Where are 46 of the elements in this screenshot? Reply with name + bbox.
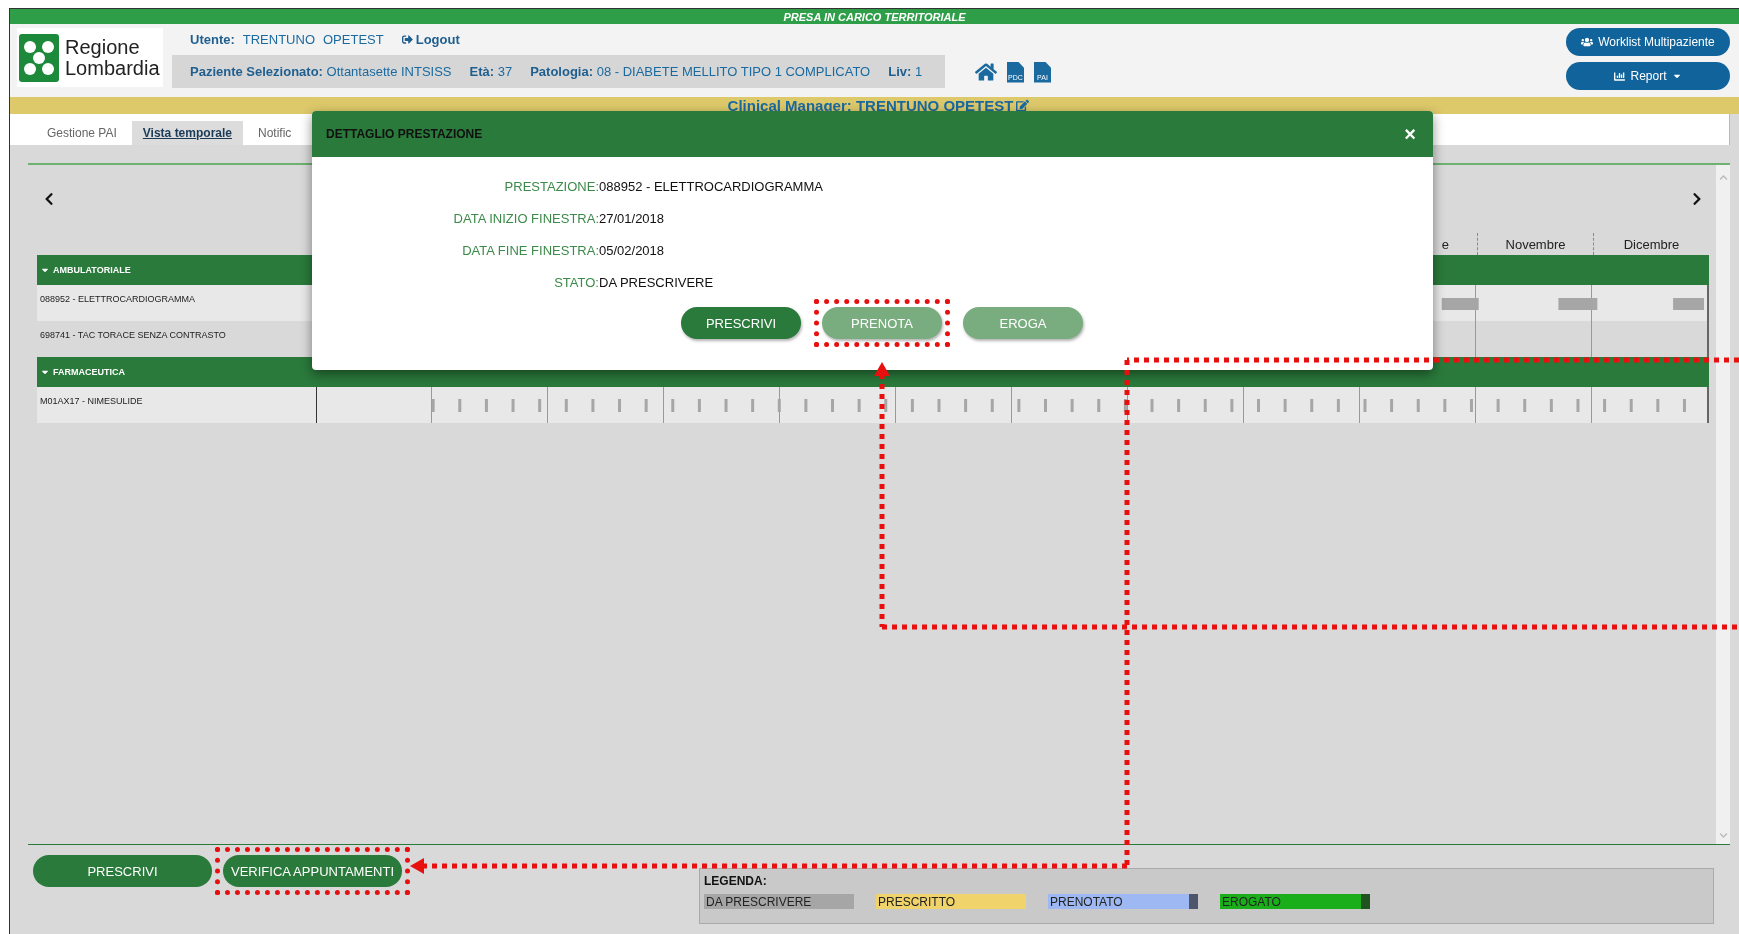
patient-field: Età: 37 xyxy=(469,64,513,79)
report-button[interactable]: Report xyxy=(1566,62,1730,90)
group-name: FARMACEUTICA xyxy=(53,367,125,377)
patient-field: Patologia: 08 - DIABETE MELLITO TIPO 1 COMPLICATO xyxy=(530,64,871,79)
row-label: 698741 - TAC TORACE SENZA CONTRASTO xyxy=(39,329,227,342)
patient-field: Paziente Selezionato: Ottantasette INTSISS xyxy=(190,64,452,79)
legend-swatch: DA PRESCRIVERE xyxy=(704,894,854,909)
logout-link[interactable]: Logout xyxy=(415,32,460,47)
banner-title: PRESA IN CARICO TERRITORIALE xyxy=(10,9,1739,24)
field-value: 088952 - ELETTROCARDIOGRAMMA xyxy=(599,178,823,194)
patient-field: Liv: 1 xyxy=(888,64,923,79)
dialog-title: DETTAGLIO PRESTAZIONE xyxy=(326,127,483,141)
field-value: 05/02/2018 xyxy=(599,242,665,258)
row-label: 088952 - ELETTROCARDIOGRAMMA xyxy=(39,293,197,306)
field-label: DATA FINE FINESTRA: xyxy=(461,242,599,258)
tab[interactable]: Vista temporale xyxy=(131,121,243,145)
logout-icon[interactable] xyxy=(401,34,413,45)
edit-icon[interactable] xyxy=(1016,99,1030,112)
close-button[interactable]: × xyxy=(1404,124,1416,144)
logo-text: Lombardia xyxy=(65,57,160,79)
worklist-button[interactable]: Worklist Multipaziente xyxy=(1566,28,1730,56)
row-label: M01AX17 - NIMESULIDE xyxy=(39,395,144,408)
bar-chart-icon xyxy=(1614,70,1626,82)
field-value: 27/01/2018 xyxy=(599,210,665,226)
logo-text: Regione xyxy=(65,36,141,58)
field-value: DA PRESCRIVERE xyxy=(599,274,714,290)
clinical-manager: Clinical Manager: TRENTUNO OPETEST xyxy=(727,97,1014,114)
field-label: DATA INIZIO FINESTRA: xyxy=(452,210,599,226)
field-label: PRESTAZIONE: xyxy=(503,178,599,194)
legend-title: LEGENDA: xyxy=(704,874,768,888)
users-icon xyxy=(1581,36,1594,48)
legend-swatch: PRENOTATO xyxy=(1048,894,1198,909)
home-icon[interactable] xyxy=(975,61,997,83)
user-last-name: OPETEST xyxy=(323,32,384,47)
action-button[interactable]: VERIFICA APPUNTAMENTI xyxy=(223,855,402,887)
dialog-button[interactable]: PRESCRIVI xyxy=(681,307,801,339)
tab[interactable]: Notific xyxy=(247,121,303,145)
user-first-name: TRENTUNO xyxy=(242,32,315,47)
legend-swatch: PRESCRITTO xyxy=(876,894,1026,909)
legend-swatch: EROGATO xyxy=(1220,894,1370,909)
group-name: AMBULATORIALE xyxy=(53,265,131,275)
tab[interactable]: Gestione PAI xyxy=(36,121,128,145)
month-header: e xyxy=(1440,235,1450,254)
user-label: Utente: xyxy=(190,32,235,47)
action-button[interactable]: PRESCRIVI xyxy=(33,855,212,887)
field-label: STATO: xyxy=(553,274,599,290)
